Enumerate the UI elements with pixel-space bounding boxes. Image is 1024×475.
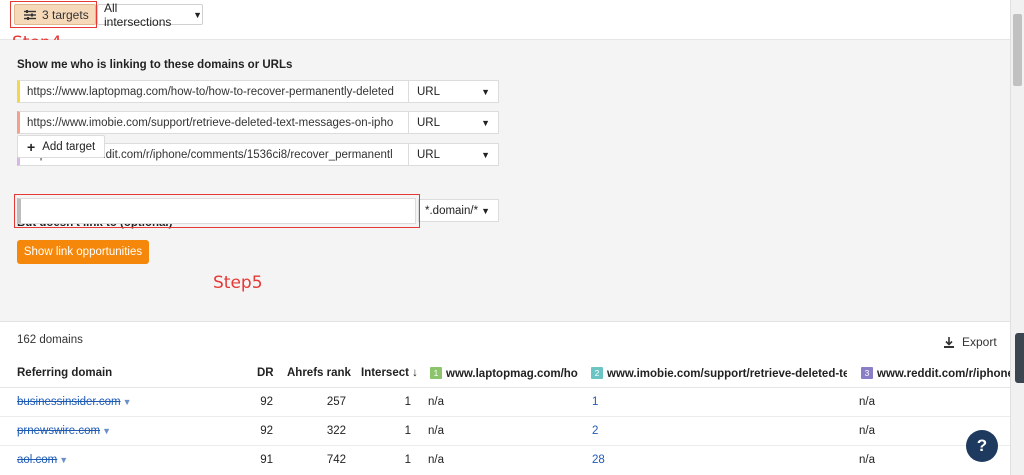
target-url-input-2[interactable]: https://www.imobie.com/support/retrieve-… [17,111,409,134]
target-badge-3: 3 [861,367,873,379]
add-target-label: Add target [42,140,96,153]
col-target-3[interactable]: 3 www.reddit.com/r/iphone/c [861,367,1010,380]
export-button[interactable]: Export [944,335,997,349]
col-intersect[interactable]: Intersect ↓ [361,367,418,379]
col-dr[interactable]: DR [257,367,274,379]
domain-text: prnewswire.com [17,425,101,437]
target-3-value: n/a [859,425,875,437]
step5-highlight-box [14,194,420,228]
target-1-value: n/a [428,454,444,466]
add-target-button[interactable]: + Add target [17,135,105,158]
target-mode-label: URL [417,116,441,129]
help-button[interactable]: ? [966,430,998,462]
scrollbar-thumb[interactable] [1013,14,1022,86]
col-target-1-label: www.laptopmag.com/how-t [446,368,578,380]
col-target-1[interactable]: 1 www.laptopmag.com/how-t [430,367,578,380]
chevron-down-icon: ▼ [122,397,132,407]
domain-text: aol.com [17,454,58,466]
sort-down-arrow-icon: ↓ [408,367,418,379]
table-row: aol.com ▼ 91 742 1 n/a 28 n/a [0,446,1010,475]
table-row: prnewswire.com ▼ 92 322 1 n/a 2 n/a [0,417,1010,446]
intersect-label: Intersect [361,367,409,379]
dr-value: 92 [260,425,273,437]
exclude-mode-select[interactable]: *.domain/* ▼ [418,199,499,222]
col-target-2-label: www.imobie.com/support/retrieve-deleted-… [607,368,847,380]
target-mode-label: URL [417,85,441,98]
target-badge-1: 1 [430,367,442,379]
target-mode-label: URL [417,148,441,161]
target-row-1: https://www.laptopmag.com/how-to/how-to-… [17,80,499,103]
export-label: Export [962,335,997,349]
target-mode-select-2[interactable]: URL ▼ [409,111,499,134]
page-scrollbar[interactable] [1010,0,1024,475]
target-mode-select-1[interactable]: URL ▼ [409,80,499,103]
target-3-value: n/a [859,396,875,408]
target-1-value: n/a [428,396,444,408]
step5-annotation: Step5 [213,273,263,293]
chevron-down-icon: ▼ [481,117,490,128]
chevron-down-icon: ▼ [102,426,111,436]
target-2-value[interactable]: 28 [592,454,605,466]
chevron-down-icon: ▼ [193,9,202,20]
col-target-3-label: www.reddit.com/r/iphone/c [877,368,1010,380]
target-2-value[interactable]: 1 [592,396,598,408]
ahrefs-rank-value: 257 [326,396,346,408]
dr-value: 91 [260,454,273,466]
show-link-opportunities-button[interactable]: Show link opportunities [17,240,149,264]
table-row: businessinsider.com ▼ 92 257 1 n/a 1 n/a [0,388,1010,417]
chevron-down-icon: ▼ [481,149,490,160]
target-row-2: https://www.imobie.com/support/retrieve-… [17,111,499,134]
ahrefs-rank-value: 742 [326,454,346,466]
top-toolbar: 3 targets All intersections ▼ [0,0,1010,40]
table-header: Referring domain DR Ahrefs rank Intersec… [0,358,1010,388]
download-icon [944,336,954,348]
exclude-mode-label: *.domain/* [425,204,479,217]
intersections-label: All intersections [104,0,172,29]
target-2-value[interactable]: 2 [592,425,598,437]
domain-count: 162 domains [17,334,83,346]
chevron-down-icon: ▼ [481,205,490,216]
referring-domain-link[interactable]: prnewswire.com ▼ [17,425,111,437]
intersect-value: 1 [404,454,411,466]
domain-text: businessinsider.com [17,396,121,408]
side-widget-tab[interactable] [1015,333,1024,383]
target-1-value: n/a [428,425,444,437]
intersect-value: 1 [404,396,411,408]
plus-icon: + [27,138,36,155]
chevron-down-icon: ▼ [59,455,69,465]
intersections-dropdown[interactable]: All intersections ▼ [97,1,203,29]
target-url-input-1[interactable]: https://www.laptopmag.com/how-to/how-to-… [17,80,409,103]
chevron-down-icon: ▼ [481,86,490,97]
referring-domain-link[interactable]: businessinsider.com ▼ [17,396,131,408]
col-ahrefs-rank[interactable]: Ahrefs rank [287,367,351,379]
col-target-2[interactable]: 2 www.imobie.com/support/retrieve-deleted… [591,367,847,380]
dr-value: 92 [260,396,273,408]
linking-section-title: Show me who is linking to these domains … [17,59,293,71]
intersect-value: 1 [404,425,411,437]
target-badge-2: 2 [591,367,603,379]
ahrefs-rank-value: 322 [326,425,346,437]
target-mode-select-3[interactable]: URL ▼ [409,143,499,166]
col-referring-domain[interactable]: Referring domain [17,367,112,379]
step4-highlight-box [10,1,97,28]
target-3-value: n/a [859,454,875,466]
referring-domain-link[interactable]: aol.com ▼ [17,454,68,466]
